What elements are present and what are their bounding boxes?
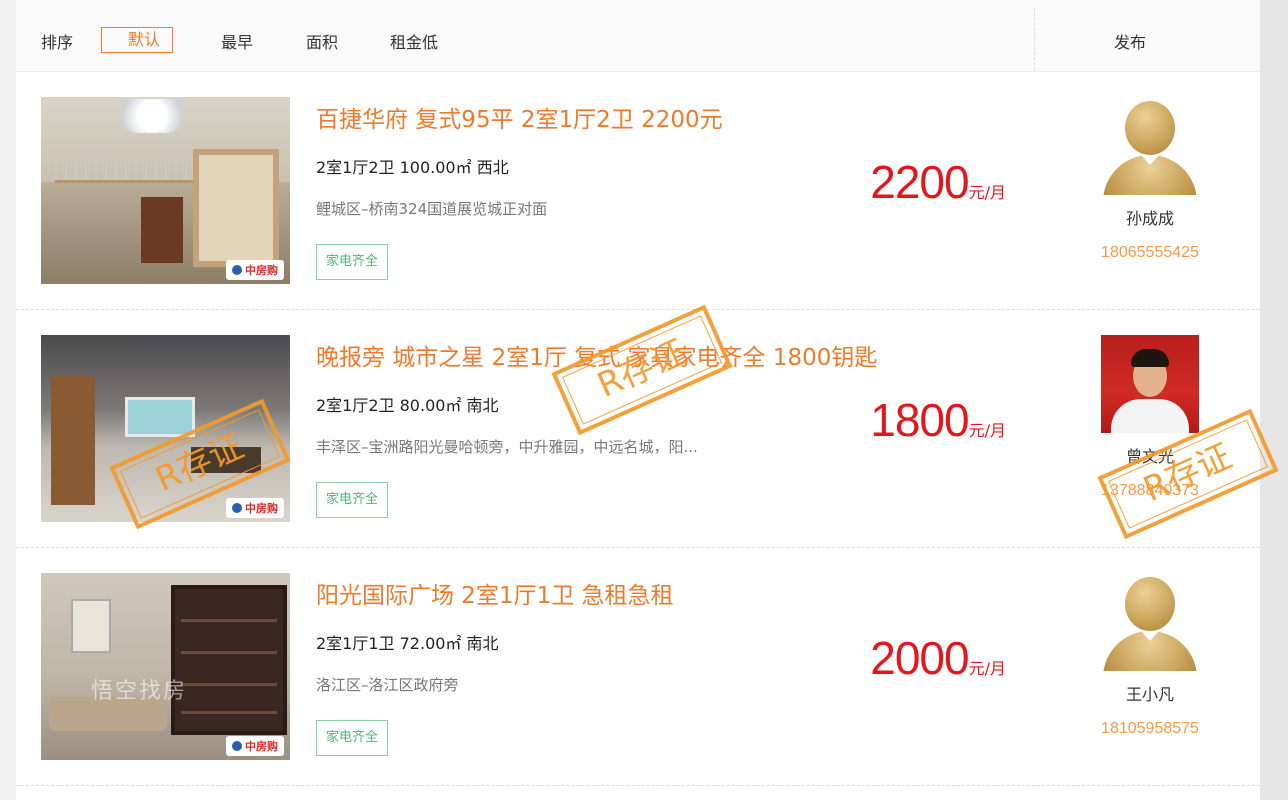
listing-specs: 2室1厅2卫 80.00㎡ 南北 bbox=[316, 396, 499, 415]
bookshelf bbox=[171, 585, 287, 735]
feature-wall bbox=[193, 149, 279, 267]
sort-option-default[interactable]: 默认 bbox=[101, 27, 174, 53]
listing-address: 洛江区–洛江区政府旁 bbox=[316, 676, 459, 694]
sort-label: 排序 bbox=[41, 33, 74, 52]
price-value: 2200 bbox=[870, 156, 969, 208]
agent-name[interactable]: 王小凡 bbox=[1101, 681, 1199, 705]
listing-photo[interactable]: 悟空找房 中房购 bbox=[41, 573, 290, 760]
sort-bar: 排序 默认 最早 面积 租金低 发布 bbox=[16, 0, 1260, 72]
price-value: 1800 bbox=[870, 394, 969, 446]
listing-title[interactable]: 阳光国际广场 2室1厅1卫 急租急租 bbox=[316, 576, 674, 610]
agent-phone[interactable]: 13788840373 bbox=[1076, 482, 1224, 500]
listing-item[interactable]: 中房购 晚报旁 城市之星 2室1厅 复式 家具家电齐全 1800钥匙 2室1厅2… bbox=[16, 310, 1260, 548]
room-photo bbox=[41, 573, 290, 760]
listing-photo[interactable]: 中房购 bbox=[41, 335, 290, 522]
chandelier bbox=[107, 99, 197, 133]
agent-name[interactable]: 孙成成 bbox=[1101, 205, 1199, 229]
price-value: 2000 bbox=[870, 632, 969, 684]
brand-watermark: 中房购 bbox=[226, 736, 284, 756]
listing-price: 2000元/月 bbox=[870, 631, 1006, 685]
sort-option-area[interactable]: 面积 bbox=[306, 29, 338, 53]
price-unit: 元/月 bbox=[968, 659, 1006, 678]
door bbox=[141, 197, 183, 263]
listing-title[interactable]: 晚报旁 城市之星 2室1厅 复式 家具家电齐全 1800钥匙 bbox=[316, 338, 877, 372]
listing-price: 1800元/月 bbox=[870, 393, 1006, 447]
price-unit: 元/月 bbox=[968, 183, 1006, 202]
room-photo bbox=[41, 335, 290, 522]
listing-specs: 2室1厅1卫 72.00㎡ 南北 bbox=[316, 634, 499, 653]
agent-name[interactable]: 曾文光 bbox=[1101, 443, 1199, 467]
listing-price: 2200元/月 bbox=[870, 155, 1006, 209]
scrollbar-track[interactable] bbox=[1260, 0, 1288, 800]
brand-watermark: 中房购 bbox=[226, 260, 284, 280]
listing-title[interactable]: 百捷华府 复式95平 2室1厅2卫 2200元 bbox=[316, 100, 723, 134]
sort-option-earliest[interactable]: 最早 bbox=[221, 29, 253, 53]
sortbar-divider bbox=[1034, 8, 1035, 70]
sofa bbox=[191, 447, 261, 473]
listing-specs: 2室1厅2卫 100.00㎡ 西北 bbox=[316, 158, 509, 177]
listing-photo[interactable]: 中房购 bbox=[41, 97, 290, 284]
sort-option-low-rent[interactable]: 租金低 bbox=[390, 29, 438, 53]
wall-picture bbox=[71, 599, 111, 653]
cabinet bbox=[51, 375, 95, 505]
listing-address: 鲤城区–桥南324国道展览城正对面 bbox=[316, 200, 548, 218]
room-photo bbox=[41, 97, 290, 284]
brand-logo-icon bbox=[232, 741, 242, 751]
price-unit: 元/月 bbox=[968, 421, 1006, 440]
listing-address: 丰泽区–宝洲路阳光曼哈顿旁，中升雅园，中远名城，阳... bbox=[316, 438, 698, 456]
listing-panel: 排序 默认 最早 面积 租金低 发布 中房购 百捷华府 复式95平 2室1厅2卫… bbox=[16, 0, 1260, 800]
window bbox=[125, 397, 195, 437]
agent-phone[interactable]: 18105958575 bbox=[1076, 720, 1224, 738]
brand-logo-icon bbox=[232, 265, 242, 275]
feature-tag: 家电齐全 bbox=[316, 482, 389, 518]
photo-watermark-text: 悟空找房 bbox=[91, 679, 188, 704]
listing-item[interactable]: 中房购 百捷华府 复式95平 2室1厅2卫 2200元 2室1厅2卫 100.0… bbox=[16, 72, 1260, 310]
brand-logo-icon bbox=[232, 503, 242, 513]
feature-tag: 家电齐全 bbox=[316, 244, 389, 280]
agent-phone[interactable]: 18065555425 bbox=[1076, 244, 1224, 262]
feature-tag: 家电齐全 bbox=[316, 720, 389, 756]
publish-column-header: 发布 bbox=[1114, 33, 1147, 52]
agent-photo-avatar[interactable] bbox=[1101, 335, 1199, 433]
default-avatar-icon[interactable] bbox=[1101, 97, 1199, 195]
default-avatar-icon[interactable] bbox=[1101, 573, 1199, 671]
listing-item[interactable]: 悟空找房 中房购 阳光国际广场 2室1厅1卫 急租急租 2室1厅1卫 72.00… bbox=[16, 548, 1260, 786]
brand-watermark: 中房购 bbox=[226, 498, 284, 518]
